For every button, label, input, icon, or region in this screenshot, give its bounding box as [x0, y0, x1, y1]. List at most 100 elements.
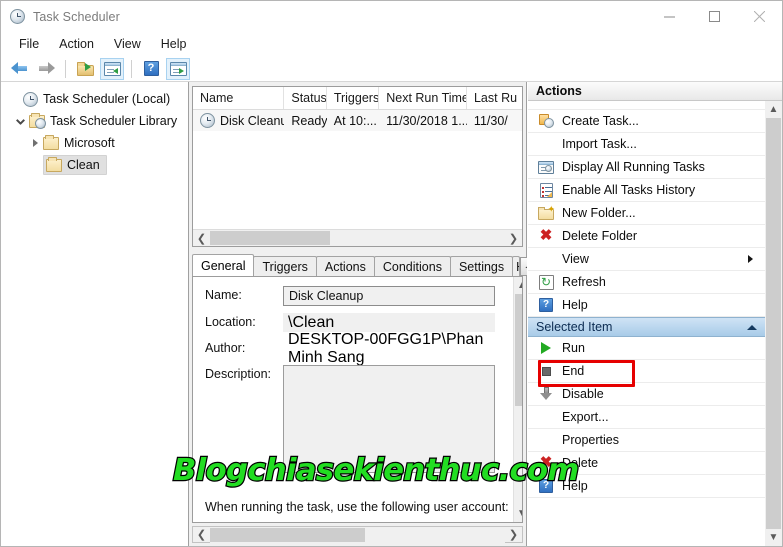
tree-expander-closed-icon[interactable]	[27, 132, 43, 154]
selected-item-export[interactable]: Export...	[528, 406, 765, 429]
tab-settings[interactable]: Settings	[449, 256, 514, 276]
maximize-button[interactable]	[692, 1, 737, 32]
up-folder-button[interactable]	[73, 58, 97, 80]
tree-node-label: Clean	[67, 158, 100, 172]
tab-actions[interactable]: Actions	[315, 256, 375, 276]
window-title: Task Scheduler	[33, 9, 120, 24]
forward-button[interactable]	[34, 58, 58, 80]
action-item-new-folder[interactable]: ✦ New Folder...	[528, 202, 765, 225]
action-item-label: New Folder...	[562, 206, 636, 220]
back-arrow-icon	[10, 62, 28, 75]
selected-item-label: Disable	[562, 387, 604, 401]
action-item-refresh[interactable]: ↻ Refresh	[528, 271, 765, 294]
task-list: Name Status Triggers Next Run Time Last …	[192, 86, 523, 247]
tree-expander-open-icon[interactable]	[13, 110, 29, 132]
show-action-pane-button[interactable]	[166, 57, 190, 80]
forward-arrow-icon	[38, 62, 55, 75]
field-location: Location: \Clean	[193, 313, 513, 332]
author-label: Author:	[205, 341, 246, 355]
folder-icon	[46, 156, 62, 172]
scroll-track[interactable]	[765, 118, 782, 529]
column-header-triggers[interactable]: Triggers	[327, 87, 380, 109]
tab-triggers[interactable]: Triggers	[253, 256, 317, 276]
task-list-horizontal-scrollbar[interactable]: ❮ ❯	[193, 229, 522, 246]
selected-item-properties[interactable]: Properties	[528, 429, 765, 452]
selected-item-run[interactable]: Run	[528, 337, 765, 360]
scroll-track[interactable]	[210, 230, 505, 246]
scroll-thumb[interactable]	[210, 231, 330, 245]
selected-item-section-header[interactable]: Selected Item	[528, 317, 765, 337]
tab-general[interactable]: General	[192, 254, 255, 276]
name-label: Name:	[205, 288, 242, 302]
action-item-import-task[interactable]: Import Task...	[528, 133, 765, 156]
action-item-enable-all-tasks-history[interactable]: Enable All Tasks History	[528, 179, 765, 202]
task-list-header: Name Status Triggers Next Run Time Last …	[193, 87, 522, 110]
back-button[interactable]	[7, 58, 31, 80]
task-list-body: Disk Cleanup Ready At 10:... 11/30/2018 …	[193, 110, 522, 229]
tree-node-task-scheduler-local[interactable]: Task Scheduler (Local)	[1, 88, 188, 110]
selected-item-disable[interactable]: Disable	[528, 383, 765, 406]
column-header-next-run-time[interactable]: Next Run Time	[379, 87, 467, 109]
scroll-thumb[interactable]	[514, 294, 522, 406]
column-header-last-run-time[interactable]: Last Ru	[467, 87, 522, 109]
scroll-left-button[interactable]: ❮	[193, 527, 210, 543]
detail-tabs: General Triggers Actions Conditions Sett…	[192, 254, 553, 276]
scroll-left-button[interactable]: ❮	[193, 230, 210, 246]
tab-history[interactable]: H	[512, 256, 521, 276]
show-console-tree-button[interactable]	[100, 57, 124, 80]
tree-node-task-scheduler-library[interactable]: Task Scheduler Library	[1, 110, 188, 132]
action-item-label: Import Task...	[562, 137, 637, 151]
column-header-status[interactable]: Status	[284, 87, 327, 109]
detail-horizontal-scrollbar[interactable]: ❮ ❯	[192, 526, 523, 543]
scroll-track[interactable]	[210, 526, 505, 543]
scroll-thumb[interactable]	[210, 527, 365, 542]
column-header-name[interactable]: Name	[193, 87, 285, 109]
folder-icon	[43, 134, 59, 150]
scroll-down-button[interactable]: ▼	[765, 529, 782, 546]
run-icon	[536, 342, 556, 354]
tree-node-label: Task Scheduler (Local)	[43, 92, 171, 106]
action-item-delete-folder[interactable]: ✖ Delete Folder	[528, 225, 765, 248]
action-item-view[interactable]: View	[528, 248, 765, 271]
action-item-label: Refresh	[562, 275, 606, 289]
location-value: \Clean	[283, 313, 495, 332]
action-item-partial-top[interactable]	[528, 101, 765, 110]
clock-icon	[200, 113, 215, 128]
table-row[interactable]: Disk Cleanup Ready At 10:... 11/30/2018 …	[193, 110, 522, 131]
action-item-label: Delete Folder	[562, 229, 638, 243]
chevron-up-icon[interactable]	[747, 324, 757, 330]
help-button[interactable]: ?	[139, 58, 163, 80]
tab-conditions[interactable]: Conditions	[373, 256, 451, 276]
clock-icon	[10, 8, 26, 25]
tree-node-label: Task Scheduler Library	[50, 114, 178, 128]
name-input[interactable]: Disk Cleanup	[283, 286, 495, 306]
menu-view[interactable]: View	[105, 35, 150, 53]
action-item-create-task[interactable]: Create Task...	[528, 110, 765, 133]
selected-item-label: Run	[562, 341, 585, 355]
close-button[interactable]	[737, 1, 782, 32]
toolbar: ?	[1, 56, 782, 82]
history-icon	[536, 182, 556, 198]
scroll-right-button[interactable]: ❯	[505, 527, 522, 543]
scroll-up-button[interactable]: ▲	[514, 277, 522, 294]
menu-file[interactable]: File	[10, 35, 48, 53]
tree-node-clean[interactable]: Clean	[1, 154, 188, 176]
scroll-down-button[interactable]: ▼	[514, 505, 522, 522]
scroll-thumb[interactable]	[766, 118, 781, 529]
tree-expander-placeholder	[7, 88, 23, 110]
scroll-right-button[interactable]: ❯	[505, 230, 522, 246]
selected-item-end[interactable]: End	[528, 360, 765, 383]
menu-help[interactable]: Help	[152, 35, 196, 53]
scroll-up-button[interactable]: ▲	[765, 101, 782, 118]
selected-item-label: Properties	[562, 433, 619, 447]
action-item-help[interactable]: ? Help	[528, 294, 765, 317]
actions-pane-vertical-scrollbar[interactable]: ▲ ▼	[765, 101, 782, 546]
tree-node-microsoft[interactable]: Microsoft	[1, 132, 188, 154]
action-item-display-all-running-tasks[interactable]: Display All Running Tasks	[528, 156, 765, 179]
action-item-label: Display All Running Tasks	[562, 160, 705, 174]
cell-task-name: Disk Cleanup	[193, 113, 284, 128]
minimize-button[interactable]	[647, 1, 692, 32]
action-item-label: Help	[562, 298, 588, 312]
create-task-icon	[536, 114, 556, 128]
menu-action[interactable]: Action	[50, 35, 103, 53]
